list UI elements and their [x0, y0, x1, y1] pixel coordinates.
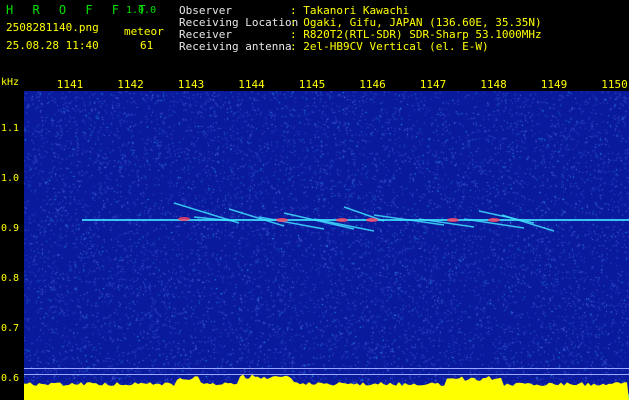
- y-tick-label: 0.9: [1, 223, 20, 234]
- x-tick-label: 1148: [480, 78, 507, 91]
- spectrogram: [24, 91, 629, 400]
- x-tick-label: 1145: [298, 78, 326, 91]
- header-panel: H R O F F T 1.0.0 2508281140.png meteor …: [0, 0, 629, 78]
- x-axis: 1141 1142 1143 1144 1145 1146 1147 1148 1149 1150: [24, 79, 629, 91]
- band-envelope: [24, 374, 629, 400]
- y-tick-label: 0.8: [1, 273, 20, 284]
- datetime-stamp: 25.08.28 11:40: [6, 39, 99, 52]
- x-tick-label: 1149: [540, 78, 568, 91]
- y-axis: kHz 1.1 1.0 0.9 0.8 0.7 0.6: [0, 78, 24, 400]
- y-tick-label: 0.7: [1, 323, 20, 334]
- y-tick-label: 0.6: [1, 373, 20, 384]
- y-tick-label: 1.1: [1, 123, 20, 134]
- x-tick-label: 1143: [177, 78, 205, 91]
- x-tick-label: 1146: [359, 78, 386, 91]
- x-tick-label: 1142: [117, 78, 144, 91]
- file-name: 2508281140.png: [6, 21, 99, 34]
- antenna-value: : 2el-HB9CV Vertical (el. E-W): [290, 40, 489, 53]
- x-tick-label: 1144: [238, 78, 265, 91]
- x-tick-label: 1150: [601, 78, 628, 91]
- antenna-label: Receiving antenna: [179, 40, 292, 53]
- app-version: 1.0.0: [126, 5, 157, 16]
- x-tick-label: 1147: [419, 78, 447, 91]
- y-tick-label: 1.0: [1, 173, 20, 184]
- x-tick-label: 1141: [56, 78, 84, 91]
- event-label: meteor: [124, 25, 164, 38]
- y-axis-unit: kHz: [1, 77, 20, 88]
- meteor-count: 61: [140, 39, 154, 52]
- signal-level-band: [24, 374, 629, 400]
